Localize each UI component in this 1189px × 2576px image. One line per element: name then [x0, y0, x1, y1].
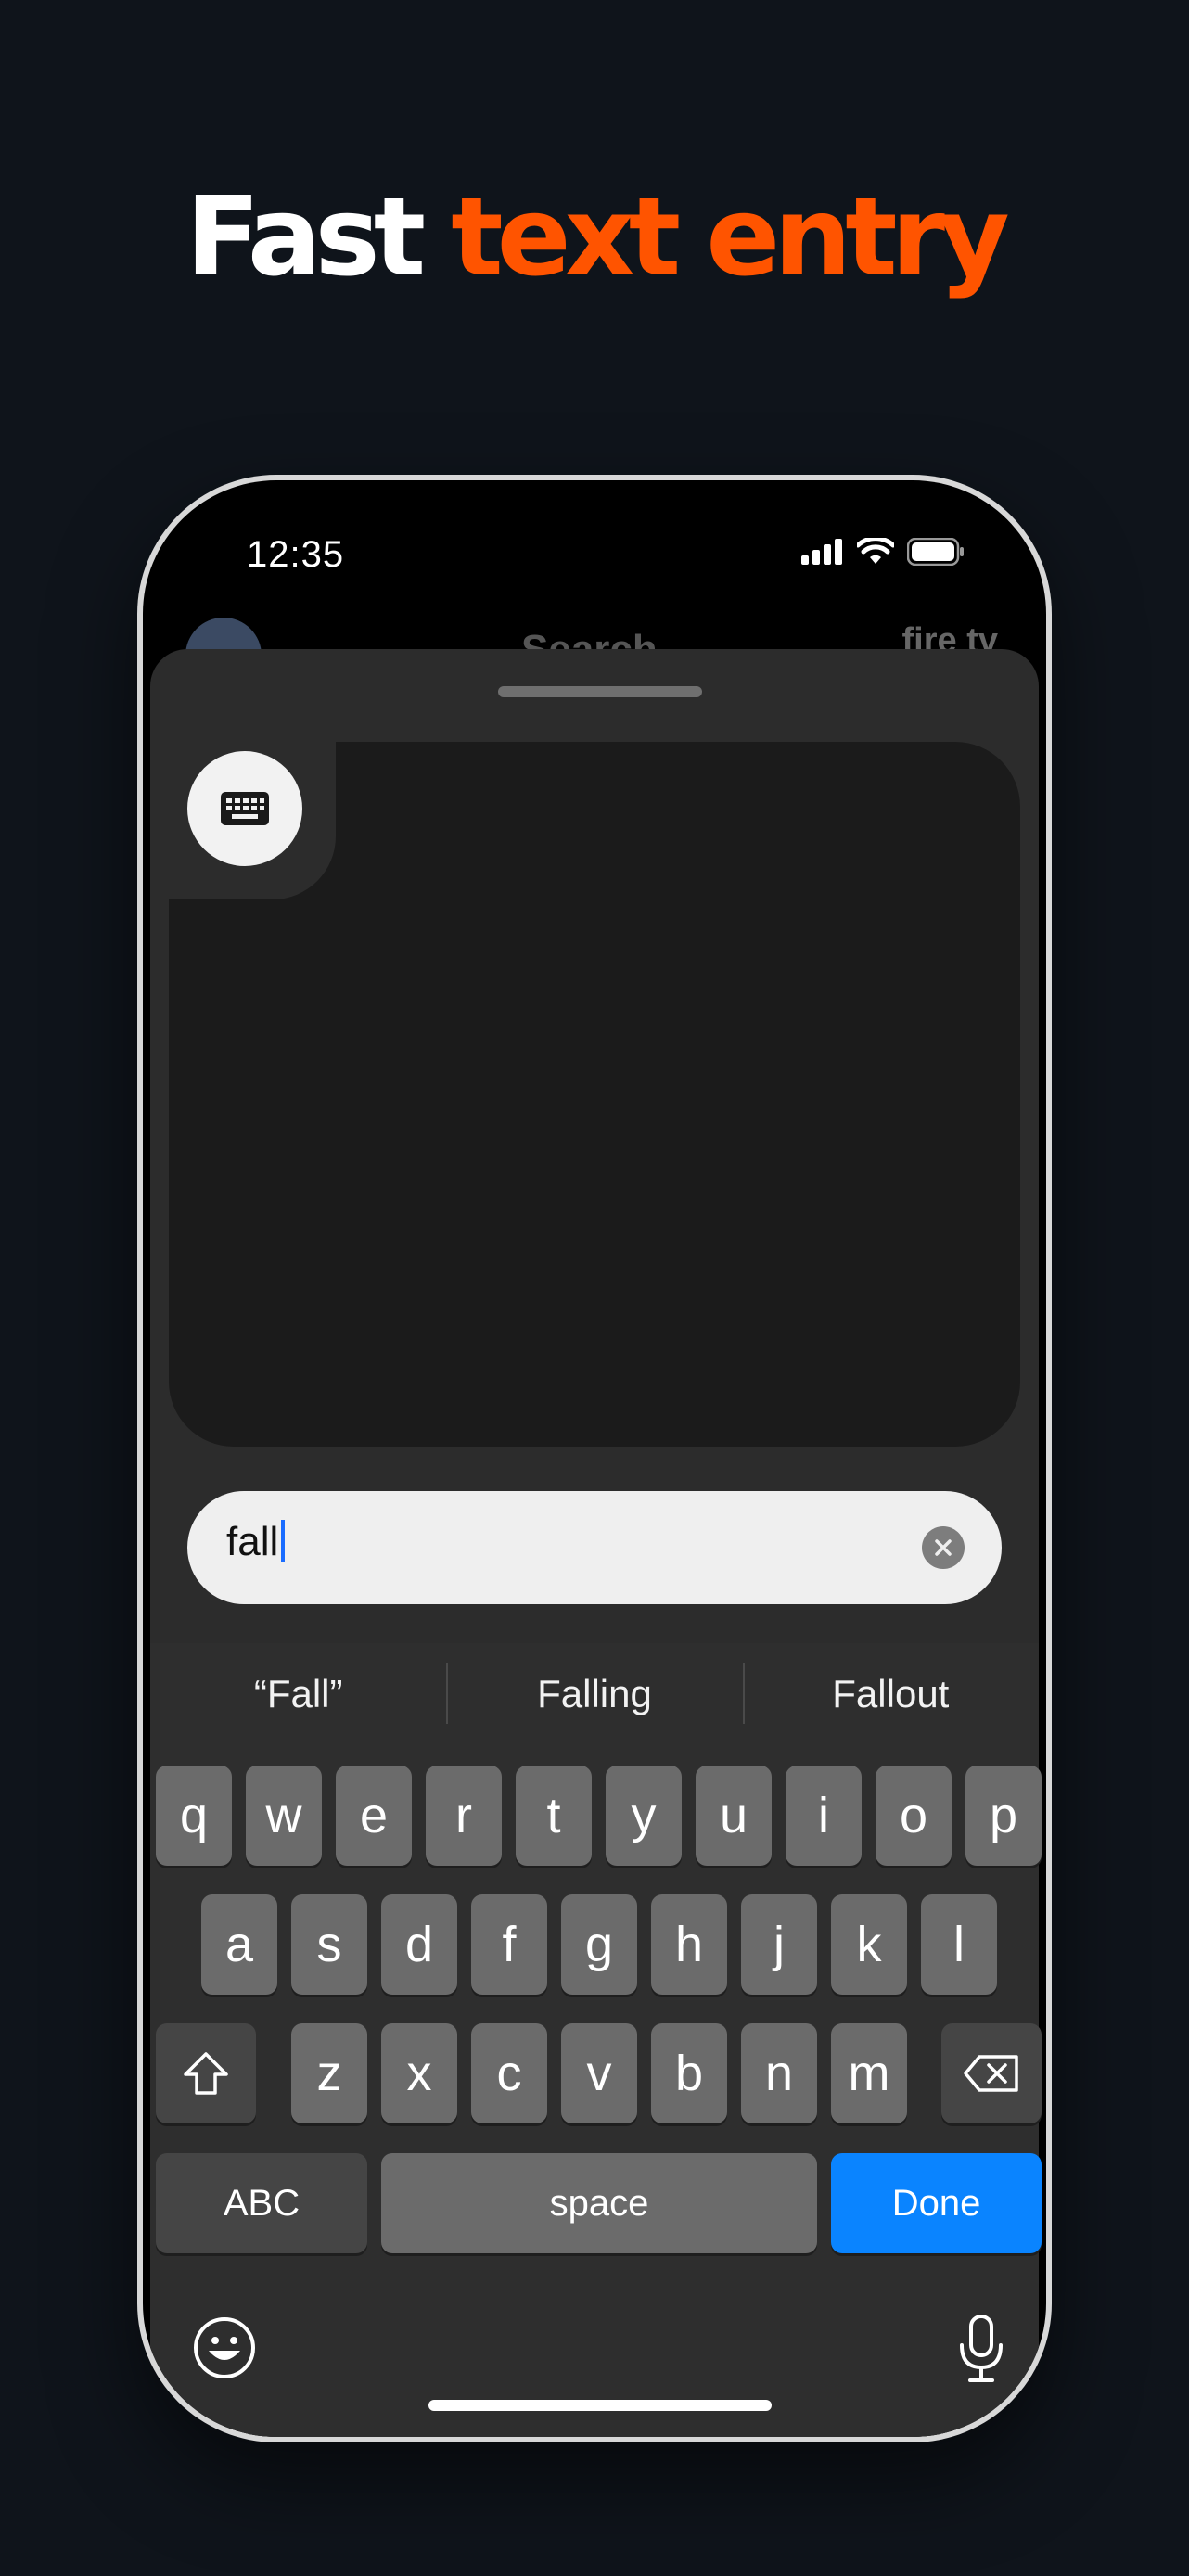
touchpad[interactable] [169, 742, 1020, 1447]
key-f[interactable]: f [471, 1894, 547, 1995]
suggestion-item[interactable]: “Fall” [150, 1672, 446, 1716]
space-key[interactable]: space [381, 2153, 817, 2253]
phone-frame: 12:35 Search fire tv [137, 475, 1052, 2442]
key-b[interactable]: b [651, 2023, 727, 2123]
text-caret [281, 1520, 286, 1562]
key-l[interactable]: l [921, 1894, 997, 1995]
emoji-icon [194, 2317, 255, 2378]
sheet-grabber[interactable] [498, 686, 702, 697]
key-g[interactable]: g [561, 1894, 637, 1995]
keyboard-icon [221, 792, 269, 825]
suggestion-bar: “Fall” Falling Fallout [150, 1643, 1039, 1745]
key-t[interactable]: t [516, 1766, 592, 1866]
key-n[interactable]: n [741, 2023, 817, 2123]
key-k[interactable]: k [831, 1894, 907, 1995]
suggestion-item[interactable]: Fallout [742, 1663, 1039, 1724]
delete-icon [964, 2055, 1018, 2092]
signal-icon [801, 539, 842, 565]
key-w[interactable]: w [246, 1766, 322, 1866]
keyboard-toggle-button[interactable] [187, 751, 302, 866]
remote-sheet: fall “Fall” Falling Fallout q w e r t y … [150, 649, 1042, 2437]
key-e[interactable]: e [336, 1766, 412, 1866]
key-y[interactable]: y [606, 1766, 682, 1866]
key-p[interactable]: p [965, 1766, 1042, 1866]
delete-key[interactable] [941, 2023, 1042, 2123]
clear-icon [935, 1539, 952, 1556]
key-o[interactable]: o [876, 1766, 952, 1866]
key-d[interactable]: d [381, 1894, 457, 1995]
abc-key[interactable]: ABC [156, 2153, 367, 2253]
shift-icon [184, 2052, 228, 2095]
key-x[interactable]: x [381, 2023, 457, 2123]
key-r[interactable]: r [426, 1766, 502, 1866]
key-v[interactable]: v [561, 2023, 637, 2123]
key-h[interactable]: h [651, 1894, 727, 1995]
key-a[interactable]: a [201, 1894, 277, 1995]
key-q[interactable]: q [156, 1766, 232, 1866]
microphone-icon [960, 2315, 1003, 2382]
microphone-button[interactable] [953, 2313, 1009, 2385]
suggestion-item[interactable]: Falling [446, 1663, 742, 1724]
headline-part1: Fast [185, 172, 426, 300]
phone-screen: 12:35 Search fire tv [143, 480, 1046, 2437]
home-indicator [428, 2400, 772, 2411]
headline: Fast text entry [0, 167, 1189, 306]
keyboard: “Fall” Falling Fallout q w e r t y u i o… [150, 1643, 1042, 2437]
headline-part2: text entry [451, 172, 1010, 300]
battery-icon [907, 538, 964, 566]
wifi-icon [857, 538, 894, 564]
search-input-value: fall [226, 1519, 286, 1565]
key-i[interactable]: i [786, 1766, 862, 1866]
status-time: 12:35 [247, 534, 345, 575]
key-u[interactable]: u [696, 1766, 772, 1866]
shift-key[interactable] [156, 2023, 256, 2123]
clear-button[interactable] [922, 1526, 965, 1569]
key-m[interactable]: m [831, 2023, 907, 2123]
done-button[interactable]: Done [831, 2153, 1042, 2253]
key-z[interactable]: z [291, 2023, 367, 2123]
status-icons [801, 538, 965, 566]
search-input[interactable]: fall [187, 1491, 1002, 1604]
key-s[interactable]: s [291, 1894, 367, 1995]
emoji-button[interactable] [191, 2315, 258, 2381]
key-j[interactable]: j [741, 1894, 817, 1995]
key-c[interactable]: c [471, 2023, 547, 2123]
